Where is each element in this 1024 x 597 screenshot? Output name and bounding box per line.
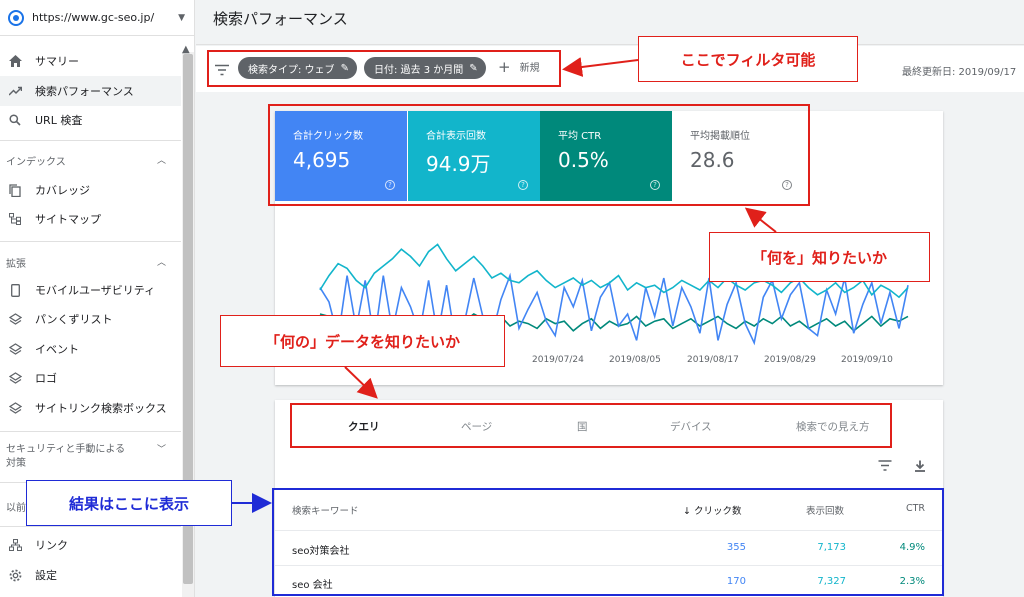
sidebar-item-label: URL 検査 [35,114,83,127]
layers-icon [8,401,22,415]
layers-icon [8,342,22,356]
metrics-highlight-box [268,104,810,206]
sidebar-item-url-inspection[interactable]: URL 検査 [0,105,181,135]
sidebar-divider [0,140,181,141]
what-callout: 「何を」知りたいか [709,232,930,282]
links-icon [8,538,22,552]
sidebar-item-sitelinks-searchbox[interactable]: サイトリンク検索ボックス [0,393,181,423]
property-logo-icon [8,9,24,26]
sidebar-item-sitemaps[interactable]: サイトマップ [0,204,181,234]
trending-icon [8,84,22,98]
section-index-header[interactable]: インデックス ︿ [6,153,176,168]
filter-callout: ここでフィルタ可能 [638,36,858,82]
table-filter-icon[interactable] [878,460,892,474]
sidebar-item-label: イベント [35,343,79,356]
section-enhancements-header[interactable]: 拡張 ︿ [6,255,176,270]
sidebar-item-performance[interactable]: 検索パフォーマンス [0,76,181,106]
search-console-window: https://www.gc-seo.jp/ ▼ サマリー 検索パフォーマンス … [0,0,1024,597]
sidebar-item-label: 検索パフォーマンス [35,85,134,98]
sidebar-item-label: 設定 [35,569,57,582]
sidebar-item-coverage[interactable]: カバレッジ [0,175,181,205]
sidebar-item-links[interactable]: リンク [0,530,181,560]
table-highlight-box [272,488,944,596]
section-title: インデックス [6,157,66,168]
property-selector[interactable]: https://www.gc-seo.jp/ ▼ [0,0,194,36]
sidebar-item-label: リンク [35,539,68,552]
sidebar-item-summary[interactable]: サマリー [0,46,181,76]
sidebar-item-label: サイトマップ [35,213,101,226]
page-title: 検索パフォーマンス [213,10,348,28]
tabs-highlight-box [290,403,892,448]
dropdown-caret-icon: ▼ [178,12,185,23]
last-updated-text: 最終更新日: 2019/09/17 [902,67,1017,78]
sidebar-item-breadcrumbs[interactable]: パンくずリスト [0,304,181,334]
home-icon [8,54,22,68]
chevron-down-icon: ﹀ [156,445,166,455]
section-title: 以前 [6,503,26,514]
result-callout: 結果はここに表示 [26,480,232,526]
x-tick-label: 2019/08/05 [609,355,661,365]
sidebar-item-events[interactable]: イベント [0,334,181,364]
sidebar-item-label: モバイルユーザビリティ [35,284,156,297]
sidebar-divider [0,526,181,527]
chevron-up-icon[interactable]: ▲ [182,44,190,55]
sidebar-divider [0,431,181,432]
gear-icon [8,568,22,582]
x-tick-label: 2019/08/17 [687,355,739,365]
sidebar-item-label: サマリー [35,55,79,68]
chevron-up-icon: ︿ [156,258,166,268]
sidebar-item-label: パンくずリスト [35,313,113,326]
sidebar-item-mobile-usability[interactable]: モバイルユーザビリティ [0,275,181,305]
section-security-header[interactable]: セキュリティと手動による ﹀ 対策 [6,443,176,471]
sidebar-divider [0,241,181,242]
section-title: 拡張 [6,259,26,270]
section-title: 対策 [6,458,26,469]
sidebar-item-settings[interactable]: 設定 [0,560,181,590]
sitemap-icon [8,212,22,226]
copy-icon [8,183,22,197]
layers-icon [8,371,22,385]
sidebar-item-logo[interactable]: ロゴ [0,363,181,393]
x-tick-label: 2019/07/24 [532,355,584,365]
section-title: セキュリティと手動による [6,444,126,455]
filter-highlight-box [207,50,561,87]
search-icon [8,113,22,127]
property-url: https://www.gc-seo.jp/ [32,11,155,24]
which-callout: 「何の」データを知りたいか [220,315,505,367]
sidebar-item-label: サイトリンク検索ボックス [35,402,167,415]
phone-icon [8,283,22,297]
header-divider [196,44,1024,45]
x-tick-label: 2019/08/29 [764,355,816,365]
chevron-up-icon: ︿ [156,156,166,166]
layers-icon [8,312,22,326]
sidebar-item-label: カバレッジ [35,184,90,197]
x-tick-label: 2019/09/10 [841,355,893,365]
download-icon[interactable] [914,460,926,475]
sidebar-item-label: ロゴ [35,372,57,385]
